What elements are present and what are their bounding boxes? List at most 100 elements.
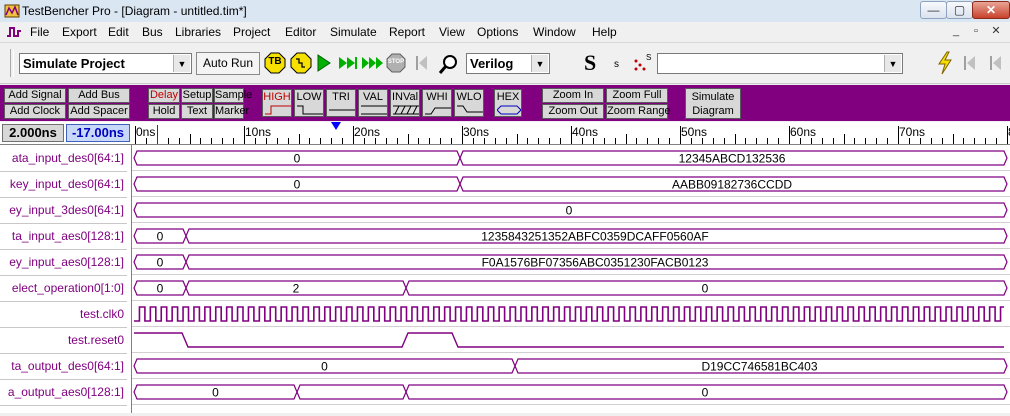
reset-waveform[interactable]: [134, 332, 1004, 348]
signal-name-label: test.reset0: [67, 333, 124, 347]
signal-name-label: ey_input_aes0[128:1]: [9, 255, 124, 269]
zoom-in-button[interactable]: Zoom In: [542, 88, 604, 103]
minimize-button[interactable]: —: [920, 1, 947, 19]
step-icon[interactable]: [290, 52, 312, 74]
bus-value-label: 0: [212, 386, 219, 400]
maximize-button[interactable]: ▢: [946, 1, 973, 19]
run-all-icon[interactable]: [361, 56, 385, 70]
signal-name-label: key_input_des0[64:1]: [9, 177, 124, 191]
chevron-down-icon[interactable]: ▼: [173, 55, 190, 72]
signal-name[interactable]: ta_output_des0[64:1]: [0, 353, 127, 380]
s-big-button[interactable]: S: [584, 50, 596, 76]
simulate-diagram-button[interactable]: Simulate Diagram: [685, 88, 741, 119]
mdi-close-button[interactable]: ✕: [988, 24, 1004, 39]
sample-button[interactable]: Sample: [214, 88, 252, 103]
signal-name[interactable]: key_input_des0[64:1]: [0, 171, 127, 198]
mdi-restore-button[interactable]: ▫: [968, 24, 984, 39]
wlo-button[interactable]: WLO: [454, 89, 484, 117]
delta-time-display[interactable]: -17.00ns: [66, 124, 130, 142]
delay-button[interactable]: Delay: [148, 88, 180, 103]
language-combo[interactable]: Verilog ▼: [466, 53, 550, 74]
signal-name[interactable]: ey_input_3des0[64:1]: [0, 197, 127, 224]
project-combo[interactable]: Simulate Project ▼: [19, 53, 192, 74]
close-button[interactable]: ✕: [972, 1, 1010, 19]
inval-button[interactable]: INVal: [390, 89, 420, 117]
ruler-minor-tick: [560, 138, 562, 144]
hold-button[interactable]: Hold: [148, 104, 180, 119]
ruler-minor-tick: [690, 138, 692, 144]
ruler-minor-tick: [723, 138, 725, 144]
add-bus-button[interactable]: Add Bus: [68, 88, 130, 103]
rewind-icon[interactable]: [414, 54, 428, 72]
mdi-minimize-button[interactable]: _: [948, 24, 964, 39]
s-wave-button[interactable]: S: [634, 53, 654, 73]
add-spacer-button[interactable]: Add Spacer: [68, 104, 130, 119]
s-small-button[interactable]: s: [614, 59, 619, 70]
search-icon[interactable]: [438, 53, 460, 75]
chevron-down-icon[interactable]: ▼: [531, 55, 548, 72]
add-clock-button[interactable]: Add Clock: [4, 104, 66, 119]
fast-forward-icon[interactable]: [338, 56, 358, 70]
clock-waveform[interactable]: [134, 306, 1004, 322]
menu-bus[interactable]: Bus: [142, 25, 163, 39]
cursor-line[interactable]: [156, 125, 158, 144]
waveform-panel[interactable]: 0 12345ABCD132536 0 AABB09182736CCDD 0 0 12358…: [132, 145, 1010, 413]
marker-button[interactable]: Marker: [214, 104, 249, 119]
setup-button[interactable]: Setup: [181, 88, 213, 103]
high-button[interactable]: HIGH: [262, 89, 292, 117]
ruler-minor-tick: [396, 138, 398, 144]
val-wave-icon: [361, 105, 387, 115]
tri-button[interactable]: TRI: [326, 89, 356, 117]
auto-run-button[interactable]: Auto Run: [196, 52, 260, 75]
menu-help[interactable]: Help: [592, 25, 617, 39]
ruler-minor-tick: [832, 138, 834, 144]
marker-triangle-icon[interactable]: [331, 122, 341, 130]
high-label: HIGH: [263, 91, 291, 103]
text-button[interactable]: Text: [181, 104, 213, 119]
menu-simulate[interactable]: Simulate: [330, 25, 377, 39]
lookup-combo[interactable]: ▼: [657, 53, 903, 74]
add-signal-button[interactable]: Add Signal: [4, 88, 66, 103]
menu-export[interactable]: Export: [62, 25, 97, 39]
previous-icon[interactable]: [988, 54, 1002, 72]
lightning-icon[interactable]: [936, 51, 954, 75]
ruler-tick-label: 70ns: [899, 125, 926, 139]
run-icon[interactable]: [317, 54, 331, 72]
menu-file[interactable]: File: [30, 25, 49, 39]
menu-options[interactable]: Options: [477, 25, 518, 39]
menu-edit[interactable]: Edit: [108, 25, 129, 39]
signal-name[interactable]: a_output_aes0[128:1]: [0, 379, 127, 406]
zoom-out-button[interactable]: Zoom Out: [542, 104, 604, 119]
ruler-minor-tick: [374, 138, 376, 144]
menu-view[interactable]: View: [439, 25, 465, 39]
signal-name[interactable]: test.clk0: [0, 301, 127, 328]
signal-name[interactable]: ata_input_des0[64:1]: [0, 145, 127, 172]
ruler-minor-tick: [941, 138, 943, 144]
bus-segment[interactable]: [296, 384, 407, 400]
menu-report[interactable]: Report: [389, 25, 425, 39]
stop-icon[interactable]: STOP: [386, 53, 406, 73]
cursor-time-display[interactable]: 2.000ns: [2, 124, 64, 142]
tb-icon[interactable]: TB: [264, 52, 286, 74]
signal-name[interactable]: elect_operation0[1:0]: [0, 275, 127, 302]
signal-name[interactable]: ta_input_aes0[128:1]: [0, 223, 127, 250]
first-page-icon[interactable]: [962, 54, 976, 72]
zoom-full-button[interactable]: Zoom Full: [606, 88, 668, 103]
signal-name[interactable]: test.reset0: [0, 327, 127, 354]
time-ruler[interactable]: 0ns10ns20ns30ns40ns50ns60ns70ns8: [132, 122, 1010, 144]
hex-button[interactable]: HEX: [494, 89, 522, 117]
zoom-range-button[interactable]: Zoom Range: [606, 104, 671, 119]
signal-name[interactable]: ey_input_aes0[128:1]: [0, 249, 127, 276]
chevron-down-icon[interactable]: ▼: [884, 55, 901, 72]
waveform-canvas[interactable]: 0 12345ABCD132536 0 AABB09182736CCDD 0 0 12358…: [132, 145, 1010, 413]
signal-name-label: elect_operation0[1:0]: [11, 281, 124, 295]
menu-editor[interactable]: Editor: [285, 25, 316, 39]
low-button[interactable]: LOW: [294, 89, 324, 117]
menu-window[interactable]: Window: [533, 25, 576, 39]
val-button[interactable]: VAL: [358, 89, 388, 117]
menu-libraries[interactable]: Libraries: [175, 25, 221, 39]
document-icon[interactable]: [6, 25, 22, 39]
signal-name-label: a_output_aes0[128:1]: [7, 385, 124, 399]
menu-project[interactable]: Project: [233, 25, 270, 39]
whi-button[interactable]: WHI: [422, 89, 452, 117]
